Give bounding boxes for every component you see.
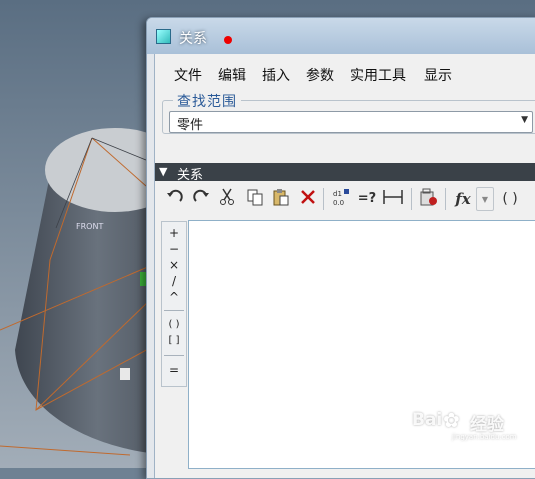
brackets-icon[interactable]: ( ) xyxy=(498,187,522,211)
section-title: 关系 xyxy=(177,168,204,183)
baidu-watermark: Bai ✿ 经验 jingyan.baidu.com xyxy=(412,408,530,441)
title-bar[interactable]: 关系 xyxy=(147,18,535,54)
paw-icon: ✿ xyxy=(443,408,460,432)
scope-select[interactable]: 零件 ▼ xyxy=(169,111,533,133)
sort-relations-icon[interactable]: d1 0.0 xyxy=(329,187,353,211)
toolbar-separator xyxy=(323,188,324,210)
find-scope-label: 查找范围 xyxy=(173,91,241,111)
operator-equals[interactable]: = xyxy=(162,363,186,377)
operator-divide[interactable]: / xyxy=(162,274,186,288)
menu-insert[interactable]: 插入 xyxy=(262,65,290,85)
relations-section-header[interactable]: ▼ 关系 xyxy=(155,163,535,183)
operator-multiply[interactable]: × xyxy=(162,258,186,272)
evaluate-icon[interactable]: =? xyxy=(355,187,379,211)
delete-icon[interactable] xyxy=(296,187,320,211)
axis-marker xyxy=(120,368,130,380)
menu-utilities[interactable]: 实用工具 xyxy=(350,65,406,85)
menu-parameters[interactable]: 参数 xyxy=(306,65,334,85)
watermark-suffix: 经验 xyxy=(470,415,504,435)
dimension-icon[interactable] xyxy=(381,187,405,211)
record-dot-icon xyxy=(224,36,232,44)
operator-plus[interactable]: + xyxy=(162,226,186,240)
redo-icon[interactable] xyxy=(189,187,213,211)
cut-icon[interactable] xyxy=(215,187,239,211)
operator-power[interactable]: ^ xyxy=(162,290,186,304)
paste-icon[interactable] xyxy=(269,187,293,211)
scope-selected-value: 零件 xyxy=(177,118,204,133)
operator-separator xyxy=(164,355,184,356)
menu-edit[interactable]: 编辑 xyxy=(218,65,246,85)
toolbar-separator xyxy=(445,188,446,210)
svg-text:d1: d1 xyxy=(333,190,342,198)
operator-brackets[interactable]: [ ] xyxy=(162,335,186,346)
relations-toolbar: d1 0.0 =? fx ▼ ( ) xyxy=(163,185,535,215)
find-scope-group: 查找范围 零件 ▼ xyxy=(162,91,535,134)
toolbar-separator xyxy=(411,188,412,210)
operator-separator xyxy=(164,310,184,311)
window-title: 关系 xyxy=(179,31,207,47)
undo-icon[interactable] xyxy=(163,187,187,211)
function-icon[interactable]: fx xyxy=(451,187,475,211)
watermark-site: jingyan.baidu.com xyxy=(452,433,517,441)
function-dropdown[interactable]: ▼ xyxy=(476,187,494,211)
app-icon xyxy=(156,29,171,44)
units-icon[interactable] xyxy=(417,187,441,211)
datum-label-front: FRONT xyxy=(76,222,103,231)
operator-minus[interactable]: − xyxy=(162,242,186,256)
operator-panel: + − × / ^ ( ) [ ] = xyxy=(161,221,187,387)
watermark-text: Bai xyxy=(412,410,443,430)
menu-file[interactable]: 文件 xyxy=(174,65,202,85)
menu-display[interactable]: 显示 xyxy=(424,65,452,85)
copy-icon[interactable] xyxy=(243,187,267,211)
chevron-down-icon[interactable]: ▼ xyxy=(521,115,528,125)
menu-bar: 文件 编辑 插入 参数 实用工具 显示 xyxy=(155,54,535,92)
operator-parentheses[interactable]: ( ) xyxy=(162,319,186,330)
svg-text:0.0: 0.0 xyxy=(333,199,344,207)
collapse-triangle-icon[interactable]: ▼ xyxy=(159,165,167,178)
